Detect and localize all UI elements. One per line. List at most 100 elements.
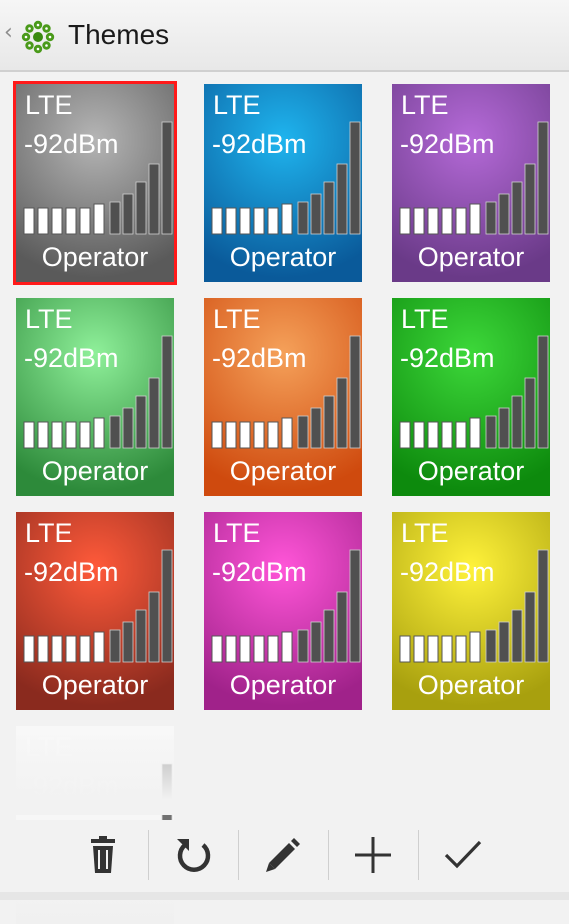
signal-strength-label: -92dBm (400, 343, 495, 373)
signal-bar (161, 549, 173, 663)
signal-bar (511, 181, 523, 235)
signal-bar (93, 631, 105, 663)
signal-bar (161, 121, 173, 235)
network-type-label: LTE (401, 90, 449, 120)
network-type-label: LTE (401, 518, 449, 548)
refresh-icon (177, 839, 211, 872)
signal-bar (93, 417, 105, 449)
signal-bar (441, 421, 453, 449)
signal-bar (37, 207, 49, 235)
network-type-label: LTE (25, 304, 73, 334)
signal-bar (65, 421, 77, 449)
signal-bar (93, 203, 105, 235)
network-type-label: LTE (25, 90, 73, 120)
signal-bar (469, 417, 481, 449)
theme-tile-yellow[interactable]: LTE -92dBm Operator (392, 512, 550, 710)
signal-bar (281, 631, 293, 663)
network-type-label: LTE (25, 518, 73, 548)
signal-bar (537, 121, 549, 235)
signal-bar (51, 421, 63, 449)
signal-bar (135, 395, 147, 449)
add-button[interactable] (328, 820, 418, 890)
action-bar: ‹ Themes (0, 0, 569, 72)
theme-tile-gray[interactable]: LTE -92dBm Operator (13, 81, 177, 285)
theme-tile-purple[interactable]: LTE -92dBm Operator (392, 84, 550, 282)
reset-button[interactable] (148, 820, 238, 890)
signal-bar (148, 591, 160, 663)
confirm-button[interactable] (418, 820, 508, 890)
signal-bar (310, 193, 322, 235)
operator-label: Operator (229, 242, 337, 272)
signal-bar (349, 335, 361, 449)
pencil-icon (266, 838, 300, 872)
signal-bar (211, 635, 223, 663)
signal-bar (310, 407, 322, 449)
signal-bar (148, 377, 160, 449)
signal-bar (37, 421, 49, 449)
network-type-label: LTE (25, 732, 73, 762)
signal-bar (427, 207, 439, 235)
signal-bar (537, 549, 549, 663)
operator-label: Operator (41, 242, 149, 272)
theme-tile-bright-green[interactable]: LTE -92dBm Operator (392, 298, 550, 496)
delete-button[interactable] (58, 820, 148, 890)
signal-bar (267, 421, 279, 449)
operator-label: Operator (417, 242, 525, 272)
signal-bar (51, 635, 63, 663)
theme-tile-red[interactable]: LTE -92dBm Operator (16, 512, 174, 710)
flower-logo-icon[interactable] (18, 17, 58, 57)
edit-button[interactable] (238, 820, 328, 890)
signal-bar (109, 201, 121, 235)
signal-strength-label: -92dBm (400, 557, 495, 587)
page-title: Themes (68, 19, 170, 50)
theme-tile-orange[interactable]: LTE -92dBm Operator (204, 298, 362, 496)
signal-bar (427, 635, 439, 663)
nav-edge (0, 892, 569, 900)
signal-bar (455, 207, 467, 235)
signal-bar (253, 207, 265, 235)
signal-bar (253, 421, 265, 449)
signal-bar (485, 629, 497, 663)
signal-bar (79, 421, 91, 449)
theme-tile-magenta[interactable]: LTE -92dBm Operator (204, 512, 362, 710)
signal-bar (211, 207, 223, 235)
operator-label: Operator (229, 456, 337, 486)
checkmark-icon (444, 840, 482, 869)
back-caret-icon[interactable]: ‹ (4, 22, 13, 44)
signal-bar (399, 207, 411, 235)
signal-bar (65, 207, 77, 235)
signal-bar (225, 635, 237, 663)
signal-bar (323, 609, 335, 663)
signal-bar (122, 193, 134, 235)
signal-bar (427, 421, 439, 449)
theme-tile-blue[interactable]: LTE -92dBm Operator (204, 84, 362, 282)
signal-bar (23, 207, 35, 235)
theme-grid: LTE -92dBm Operator LTE -92dBm Operator LTE -92… (0, 72, 569, 924)
signal-bar (498, 193, 510, 235)
signal-bar (239, 421, 251, 449)
signal-bar (239, 635, 251, 663)
signal-bar (148, 163, 160, 235)
signal-bar (253, 635, 265, 663)
signal-bar (122, 621, 134, 663)
signal-bar (297, 201, 309, 235)
operator-label: Operator (41, 670, 149, 700)
signal-bar (225, 207, 237, 235)
signal-bar (336, 163, 348, 235)
signal-strength-label: -92dBm (212, 129, 307, 159)
signal-bar (323, 181, 335, 235)
signal-bar (441, 207, 453, 235)
signal-bar (79, 207, 91, 235)
network-type-label: LTE (401, 304, 449, 334)
signal-strength-label: -92dBm (400, 129, 495, 159)
signal-bar (23, 421, 35, 449)
signal-strength-label: -92dBm (24, 557, 119, 587)
signal-bar (524, 591, 536, 663)
signal-bar (485, 415, 497, 449)
signal-bar (297, 415, 309, 449)
theme-tile-green[interactable]: LTE -92dBm Operator (16, 298, 174, 496)
signal-bar (469, 631, 481, 663)
signal-bar (413, 635, 425, 663)
signal-bar (413, 421, 425, 449)
signal-bar (455, 421, 467, 449)
